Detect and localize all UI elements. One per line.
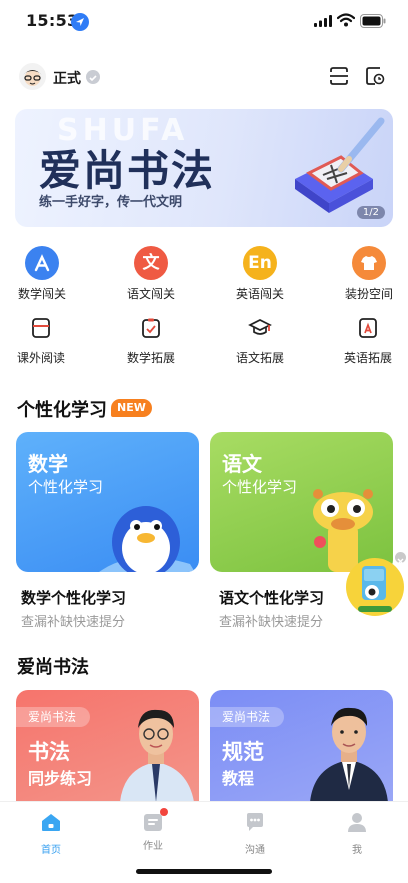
home-indicator bbox=[136, 869, 272, 874]
graduation-cap-icon bbox=[248, 319, 272, 335]
chinese-wen-icon: 文 bbox=[134, 246, 168, 280]
tab-label: 作业 bbox=[143, 841, 163, 852]
calligraphy-sync-practice-card[interactable]: 爱尚书法 书法 同步练习 bbox=[16, 690, 199, 802]
notification-dot bbox=[160, 808, 168, 816]
teacher-photo bbox=[120, 709, 194, 802]
chat-bubble-icon bbox=[247, 813, 263, 831]
card-title: 规范 bbox=[222, 740, 264, 764]
verified-check-icon bbox=[86, 70, 100, 84]
grid-item-math-extension[interactable]: 数学拓展 bbox=[106, 316, 196, 366]
wifi-icon bbox=[337, 13, 355, 27]
card-title: 数学 bbox=[28, 452, 68, 476]
grid-label: 英语闯关 bbox=[235, 287, 284, 301]
grid-label: 数学闯关 bbox=[17, 287, 66, 301]
floating-mascot-icon[interactable] bbox=[344, 556, 406, 618]
battery-icon bbox=[360, 14, 386, 28]
tab-me[interactable]: 我 bbox=[327, 810, 387, 856]
grid-label: 语文拓展 bbox=[235, 351, 284, 365]
grid-item-english-extension[interactable]: 英语拓展 bbox=[323, 316, 408, 366]
banner-page-indicator: 1/2 bbox=[356, 206, 385, 219]
avatar[interactable] bbox=[19, 63, 46, 90]
grid-item-english-challenge[interactable]: En 英语闯关 bbox=[215, 246, 305, 302]
tab-communication[interactable]: 沟通 bbox=[225, 810, 285, 856]
tab-homework[interactable]: 作业 bbox=[123, 808, 183, 852]
cellular-signal-icon bbox=[314, 15, 332, 27]
document-a-icon bbox=[359, 318, 377, 338]
penguin-mascot-icon bbox=[99, 506, 195, 572]
card-subtitle: 教程 bbox=[222, 769, 255, 788]
card-name[interactable]: 语文个性化学习 bbox=[219, 587, 324, 608]
section-title-calligraphy: 爱尚书法 bbox=[17, 657, 89, 678]
grid-label: 装扮空间 bbox=[344, 287, 393, 301]
card-title: 书法 bbox=[28, 740, 70, 764]
history-record-icon[interactable] bbox=[364, 65, 386, 87]
status-bar: 15:53 bbox=[0, 0, 408, 44]
grid-label: 课外阅读 bbox=[16, 351, 65, 365]
banner-title: 爱尚书法 bbox=[39, 146, 216, 195]
calligraphy-tag: 爱尚书法 bbox=[16, 707, 91, 727]
mode-label[interactable]: 正式 bbox=[53, 68, 81, 88]
card-subtitle: 同步练习 bbox=[28, 769, 93, 788]
card-name[interactable]: 数学个性化学习 bbox=[21, 587, 126, 608]
chinese-personalized-card[interactable]: 语文 个性化学习 bbox=[210, 432, 393, 572]
tab-home[interactable]: 首页 bbox=[21, 810, 81, 856]
grid-item-dress-up[interactable]: 装扮空间 bbox=[324, 246, 408, 302]
grid-label: 英语拓展 bbox=[343, 351, 392, 365]
math-personalized-card[interactable]: 数学 个性化学习 bbox=[16, 432, 199, 572]
grid-label: 语文闯关 bbox=[126, 287, 175, 301]
grid-item-extra-reading[interactable]: 课外阅读 bbox=[0, 316, 86, 366]
banner-carousel[interactable]: SHUFA 爱尚书法 练一手好字，传一代文明 1/2 bbox=[15, 109, 393, 227]
card-description: 查漏补缺快速提分 bbox=[21, 615, 126, 630]
grid-item-math-challenge[interactable]: 数学闯关 bbox=[0, 246, 87, 302]
tab-label: 我 bbox=[352, 845, 362, 856]
cartoon-avatar-icon bbox=[23, 70, 42, 86]
calligraphy-tag: 爱尚书法 bbox=[210, 707, 285, 727]
tab-label: 首页 bbox=[41, 845, 61, 856]
card-subtitle: 个性化学习 bbox=[222, 478, 298, 496]
person-icon bbox=[348, 813, 366, 832]
grid-item-chinese-extension[interactable]: 语文拓展 bbox=[215, 316, 305, 366]
location-arrow-icon bbox=[71, 13, 89, 31]
scan-icon[interactable] bbox=[328, 65, 350, 87]
english-en-icon: En bbox=[243, 246, 277, 280]
grid-label: 数学拓展 bbox=[126, 351, 175, 365]
book-icon bbox=[32, 318, 50, 338]
card-subtitle: 个性化学习 bbox=[28, 478, 104, 496]
teacher-photo bbox=[310, 707, 388, 802]
banner-subtitle: 练一手好字，传一代文明 bbox=[39, 195, 183, 210]
section-title-personalized: 个性化学习 bbox=[17, 400, 107, 421]
home-icon bbox=[42, 814, 60, 831]
clipboard-check-icon bbox=[142, 318, 160, 338]
grid-item-chinese-challenge[interactable]: 文 语文闯关 bbox=[106, 246, 196, 302]
card-description: 查漏补缺快速提分 bbox=[219, 615, 324, 630]
tshirt-icon bbox=[352, 246, 386, 280]
card-title: 语文 bbox=[222, 452, 262, 476]
homework-icon bbox=[141, 808, 168, 834]
tab-label: 沟通 bbox=[245, 845, 265, 856]
app-store-icon bbox=[25, 246, 59, 280]
calligraphy-standard-tutorial-card[interactable]: 爱尚书法 规范 教程 bbox=[210, 690, 393, 802]
new-badge: NEW bbox=[111, 399, 152, 417]
